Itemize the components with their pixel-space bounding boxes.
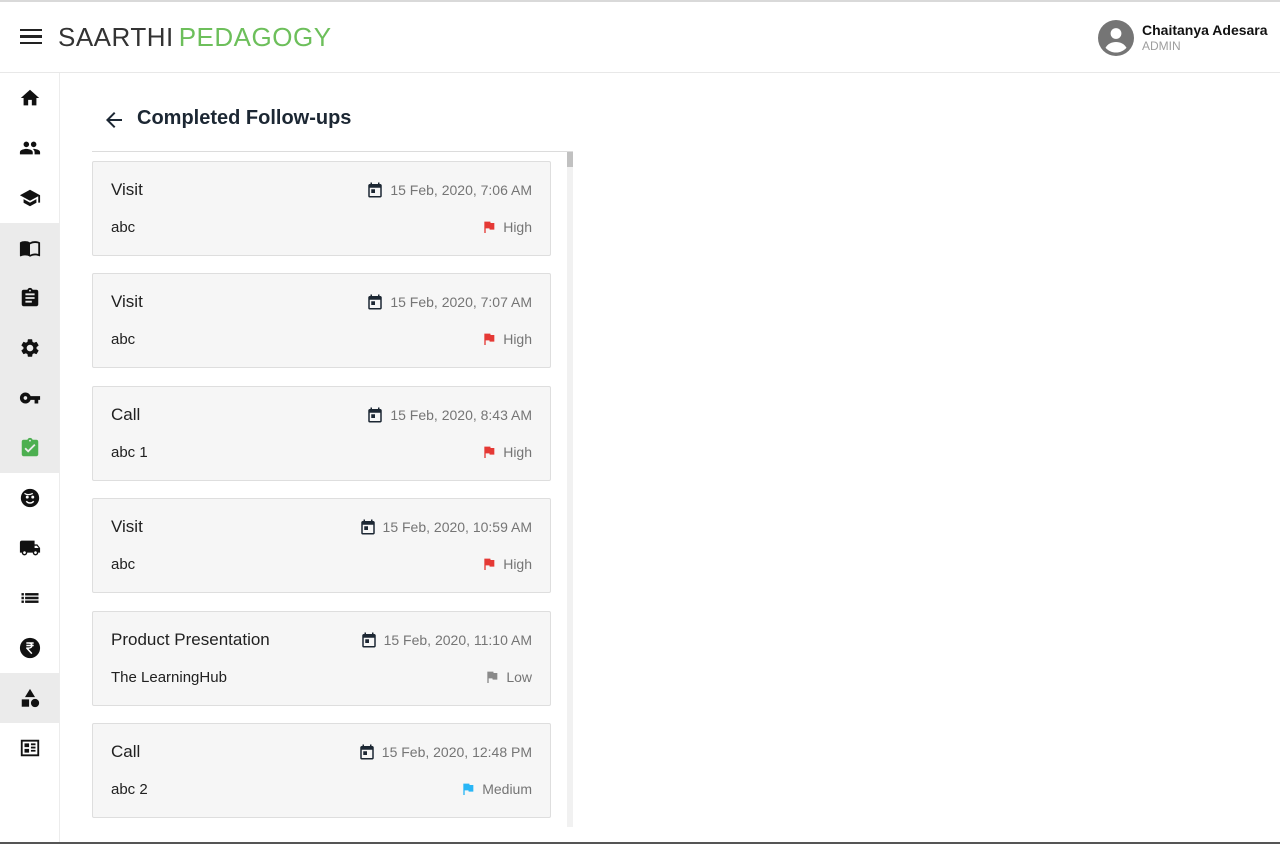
calendar-icon [368,407,383,423]
calendar-icon [360,519,375,535]
sidebar-item-category[interactable] [0,673,59,723]
followup-type: Product Presentation [111,630,270,649]
user-role: ADMIN [1142,39,1181,53]
followup-type: Visit [111,180,143,199]
sidebar-item-settings[interactable] [0,323,59,373]
followup-date: 15 Feb, 2020, 10:59 AM [359,518,532,536]
assignment-check-icon [21,437,38,457]
category-icon [21,688,39,708]
followup-description: abc 2 [111,781,148,798]
sidebar-nav [0,73,60,842]
sidebar-item-list[interactable] [0,573,59,623]
sidebar-item-assignment[interactable] [0,273,59,323]
calendar-icon [368,182,383,198]
followup-card[interactable]: Visit 15 Feb, 2020, 7:07 AM abc High [92,273,551,368]
sidebar-item-school[interactable] [0,173,59,223]
calendar-icon [368,294,383,310]
followup-date: 15 Feb, 2020, 8:43 AM [366,406,532,424]
back-arrow-icon[interactable] [102,108,126,132]
calendar-icon [360,744,374,760]
followup-date-text: 15 Feb, 2020, 7:06 AM [390,182,532,198]
flag-icon [484,221,495,233]
truck-icon [19,540,40,556]
followup-type: Call [111,405,141,424]
followup-date-text: 15 Feb, 2020, 8:43 AM [390,407,532,423]
list-scrollbar-track[interactable] [567,152,573,827]
top-header: SAARTHI PEDAGOGY Chaitanya Adesara ADMIN [0,2,1280,73]
followup-priority-text: Low [506,669,532,685]
sidebar-item-face[interactable] [0,473,59,523]
brand-name-part2: PEDAGOGY [178,22,332,52]
user-profile[interactable]: Chaitanya Adesara ADMIN [1098,20,1278,60]
followup-description: The LearningHub [111,669,227,686]
flag-icon [487,671,498,683]
assignment-icon [21,287,38,307]
sidebar-item-followups[interactable] [0,423,59,473]
flag-icon [484,558,495,570]
sidebar-item-people[interactable] [0,123,59,173]
list-icon [20,593,39,603]
sidebar-item-reports[interactable] [0,723,59,773]
followup-priority-text: Medium [482,781,532,797]
sidebar-item-payments[interactable] [0,623,59,673]
face-icon [20,488,39,508]
followup-priority: High [481,444,532,460]
followup-date-text: 15 Feb, 2020, 12:48 PM [381,744,532,760]
followup-priority-text: High [503,444,532,460]
home-icon [20,89,39,106]
followup-type: Visit [111,292,143,311]
followup-priority: High [481,219,532,235]
followup-priority-text: High [503,556,532,572]
followup-priority-text: High [503,331,532,347]
flag-icon [484,446,495,458]
followup-priority: Medium [460,781,532,797]
followup-description: abc [111,219,136,236]
followup-type: Visit [111,517,143,536]
followup-date: 15 Feb, 2020, 7:06 AM [366,181,532,199]
user-name: Chaitanya Adesara [1142,22,1268,38]
school-icon [19,189,40,207]
page-header: Completed Follow-ups [92,100,572,140]
menu-icon[interactable] [18,26,44,48]
followup-date-text: 15 Feb, 2020, 10:59 AM [382,519,532,535]
followup-priority: Low [484,669,532,685]
calendar-icon [361,632,376,648]
followup-priority-text: High [503,219,532,235]
followup-card[interactable]: Call 15 Feb, 2020, 12:48 PM abc 2 Medium [92,723,551,818]
followup-card[interactable]: Call 15 Feb, 2020, 8:43 AM abc 1 High [92,386,551,481]
rupee-icon [19,637,40,659]
followup-card[interactable]: Product Presentation 15 Feb, 2020, 11:10… [92,611,551,706]
followup-description: abc [111,556,136,573]
avatar-icon [1098,20,1134,56]
page-title: Completed Follow-ups [137,107,352,129]
sidebar-item-key[interactable] [0,373,59,423]
followup-card[interactable]: Visit 15 Feb, 2020, 10:59 AM abc High [92,498,551,593]
followup-description: abc 1 [111,444,148,461]
followup-date-text: 15 Feb, 2020, 11:10 AM [383,632,532,648]
followup-priority: High [481,331,532,347]
calendar-view-icon [20,739,39,757]
followup-list: Visit 15 Feb, 2020, 7:06 AM abc High Vis… [92,152,573,827]
followup-date: 15 Feb, 2020, 11:10 AM [360,631,532,649]
followup-date: 15 Feb, 2020, 7:07 AM [366,293,532,311]
sidebar-item-truck[interactable] [0,523,59,573]
brand-name-part1: SAARTHI [58,22,174,52]
followup-description: abc [111,331,136,348]
followup-type: Call [111,742,141,761]
sidebar-item-home[interactable] [0,73,59,123]
list-scrollbar-thumb[interactable] [567,152,573,167]
followup-date-text: 15 Feb, 2020, 7:07 AM [390,294,532,310]
settings-icon [20,339,39,357]
flag-icon [484,333,495,345]
followup-card[interactable]: Visit 15 Feb, 2020, 7:06 AM abc High [92,161,551,256]
book-icon [19,241,40,257]
brand-logo[interactable]: SAARTHI PEDAGOGY [58,22,332,53]
flag-icon [463,783,474,795]
people-icon [19,141,40,155]
key-icon [19,392,40,404]
followup-priority: High [481,556,532,572]
followup-date: 15 Feb, 2020, 12:48 PM [358,743,532,761]
sidebar-item-book[interactable] [0,223,59,273]
